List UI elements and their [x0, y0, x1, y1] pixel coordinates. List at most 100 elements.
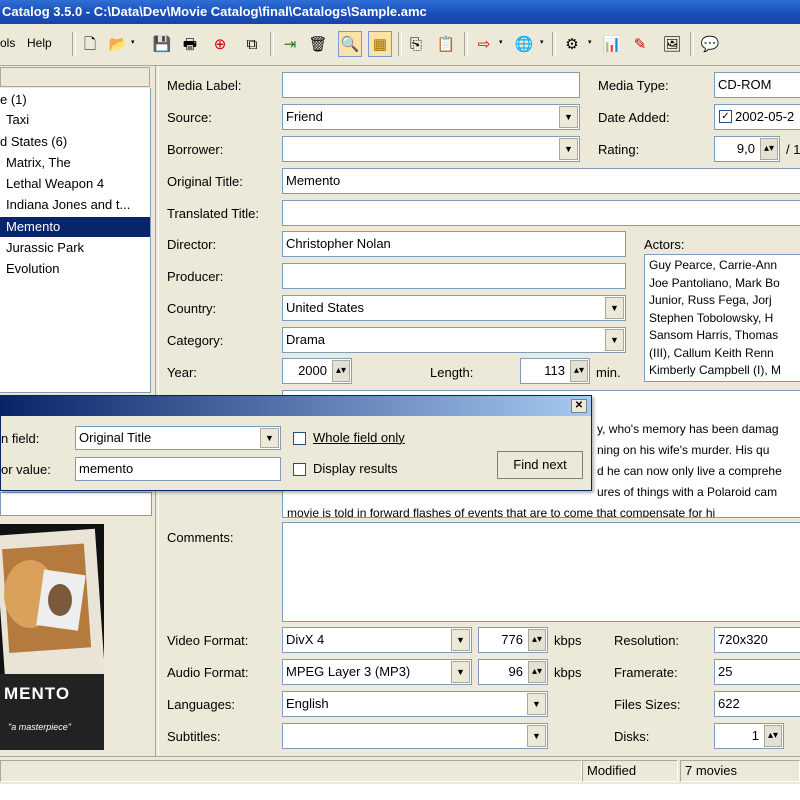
new-document-icon[interactable]: 🗋 [78, 31, 102, 57]
chevron-down-icon[interactable]: ▼ [559, 138, 578, 160]
video-bitrate-field[interactable]: 776 ▴▾ [478, 627, 548, 653]
chevron-down-icon[interactable]: ▼ [451, 661, 470, 683]
tree-item[interactable]: Indiana Jones and t... [6, 195, 130, 215]
actors-field[interactable]: Guy Pearce, Carrie-Ann Joe Pantoliano, M… [644, 254, 800, 382]
export-icon[interactable]: ⇨ [472, 31, 496, 57]
year-field[interactable]: 2000 ▴▾ [282, 358, 352, 384]
delete-icon[interactable]: 🗑 [306, 31, 330, 57]
display-results-checkbox[interactable] [293, 463, 306, 476]
export-dropdown-icon[interactable]: ▾ [499, 39, 505, 46]
find-icon[interactable]: 🔍 [338, 31, 362, 57]
open-icon[interactable]: 📂 [106, 31, 130, 57]
bottom-strip [0, 784, 800, 800]
audio-bitrate-unit: kbps [554, 665, 582, 680]
date-added-field[interactable]: ✓ 2002-05-2 [714, 104, 800, 130]
spin-arrows-icon[interactable]: ▴▾ [332, 360, 350, 382]
search-value-input[interactable]: memento [75, 457, 281, 481]
tree-header[interactable] [0, 67, 150, 87]
tree-item-selected[interactable]: Memento [0, 217, 150, 237]
tree-item[interactable]: Evolution [6, 259, 59, 279]
help-icon[interactable]: 💬 [698, 31, 722, 57]
resolution-field[interactable]: 720x320 [714, 627, 800, 653]
menu-help[interactable]: Help [27, 36, 52, 50]
display-results-label[interactable]: Display results [313, 461, 398, 476]
chevron-down-icon[interactable]: ▼ [451, 629, 470, 651]
borrower-combo[interactable]: ▼ [282, 136, 580, 162]
chevron-down-icon[interactable]: ▼ [260, 428, 279, 448]
web-icon[interactable]: 🌐 [512, 31, 536, 57]
close-icon[interactable]: ✕ [571, 399, 587, 413]
subtitles-combo[interactable]: ▼ [282, 723, 548, 749]
import-icon[interactable]: ⇥ [278, 31, 302, 57]
languages-combo[interactable]: English ▼ [282, 691, 548, 717]
source-value: Friend [286, 109, 323, 124]
category-combo[interactable]: Drama ▼ [282, 327, 626, 353]
tree-item[interactable]: Taxi [6, 110, 29, 130]
find-dialog-title-bar[interactable]: ✕ [1, 396, 591, 416]
settings-dropdown-icon[interactable]: ▾ [588, 39, 594, 46]
open-dropdown-icon[interactable]: ▾ [131, 39, 137, 46]
toolbar-separator [690, 32, 694, 56]
movie-tree[interactable]: e (1) Taxi d States (6) Matrix, The Leth… [0, 88, 151, 393]
copy-icon[interactable]: ⎘ [404, 31, 428, 57]
spin-arrows-icon[interactable]: ▴▾ [528, 661, 546, 683]
find-next-button[interactable]: Find next [497, 451, 583, 479]
files-sizes-field[interactable]: 622 [714, 691, 800, 717]
menu-tools[interactable]: ols [0, 36, 15, 50]
framerate-field[interactable]: 25 [714, 659, 800, 685]
audio-bitrate-field[interactable]: 96 ▴▾ [478, 659, 548, 685]
rating-field[interactable]: 9,0 ▴▾ [714, 136, 780, 162]
media-type-field[interactable]: CD-ROM [714, 72, 800, 98]
source-combo[interactable]: Friend ▼ [282, 104, 580, 130]
copy-movie-icon[interactable]: ⧉ [240, 31, 264, 57]
audio-format-combo[interactable]: MPEG Layer 3 (MP3) ▼ [282, 659, 472, 685]
status-modified: Modified [582, 760, 678, 782]
rating-value: 9,0 [736, 141, 755, 156]
tree-item[interactable]: Matrix, The [6, 153, 71, 173]
tree-item[interactable]: e (1) [0, 90, 27, 110]
media-type-label: Media Type: [598, 78, 669, 93]
chevron-down-icon[interactable]: ▼ [527, 693, 546, 715]
producer-field[interactable] [282, 263, 626, 289]
length-field[interactable]: 113 ▴▾ [520, 358, 590, 384]
spin-arrows-icon[interactable]: ▴▾ [570, 360, 588, 382]
window-title-bar[interactable]: Catalog 3.5.0 - C:\Data\Dev\Movie Catalo… [0, 0, 800, 24]
spin-arrows-icon[interactable]: ▴▾ [760, 138, 778, 160]
comments-field[interactable] [282, 522, 800, 622]
save-icon[interactable]: 💾 [150, 31, 174, 57]
date-added-checkbox[interactable]: ✓ [719, 110, 732, 123]
whole-field-only-label[interactable]: Whole field only [313, 430, 405, 445]
director-field[interactable]: Christopher Nolan [282, 231, 626, 257]
spin-arrows-icon[interactable]: ▴▾ [764, 725, 782, 747]
picture-icon[interactable]: 🖼 [660, 31, 684, 57]
statistics-icon[interactable]: 📊 [600, 31, 624, 57]
chevron-down-icon[interactable]: ▼ [605, 297, 624, 319]
translated-title-field[interactable] [282, 200, 800, 226]
find-dialog[interactable]: ✕ n field: Original Title ▼ or value: me… [0, 395, 592, 491]
chevron-down-icon[interactable]: ▼ [605, 329, 624, 351]
country-combo[interactable]: United States ▼ [282, 295, 626, 321]
print-icon[interactable]: 🖶 [178, 31, 202, 57]
date-added-value: 2002-05-2 [735, 109, 795, 124]
original-title-field[interactable]: Memento [282, 168, 800, 194]
add-movie-icon[interactable]: ⊕ [208, 31, 232, 57]
tree-item[interactable]: Lethal Weapon 4 [6, 174, 104, 194]
framerate-label: Framerate: [614, 665, 678, 680]
tree-item[interactable]: Jurassic Park [6, 238, 84, 258]
video-format-combo[interactable]: DivX 4 ▼ [282, 627, 472, 653]
media-label-field[interactable] [282, 72, 580, 98]
disks-field[interactable]: 1 ▴▾ [714, 723, 784, 749]
status-pane-main [0, 760, 582, 782]
chevron-down-icon[interactable]: ▼ [527, 725, 546, 747]
whole-field-only-checkbox[interactable] [293, 432, 306, 445]
spin-arrows-icon[interactable]: ▴▾ [528, 629, 546, 651]
search-field-combo[interactable]: Original Title ▼ [75, 426, 281, 450]
filter-icon[interactable]: ▦ [368, 31, 392, 57]
paste-icon[interactable]: 📋 [434, 31, 458, 57]
chevron-down-icon[interactable]: ▼ [559, 106, 578, 128]
script-icon[interactable]: ✎ [628, 31, 652, 57]
web-dropdown-icon[interactable]: ▾ [540, 39, 546, 46]
disks-label: Disks: [614, 729, 650, 744]
tree-item[interactable]: d States (6) [0, 132, 67, 152]
settings-icon[interactable]: ⚙ [560, 31, 584, 57]
